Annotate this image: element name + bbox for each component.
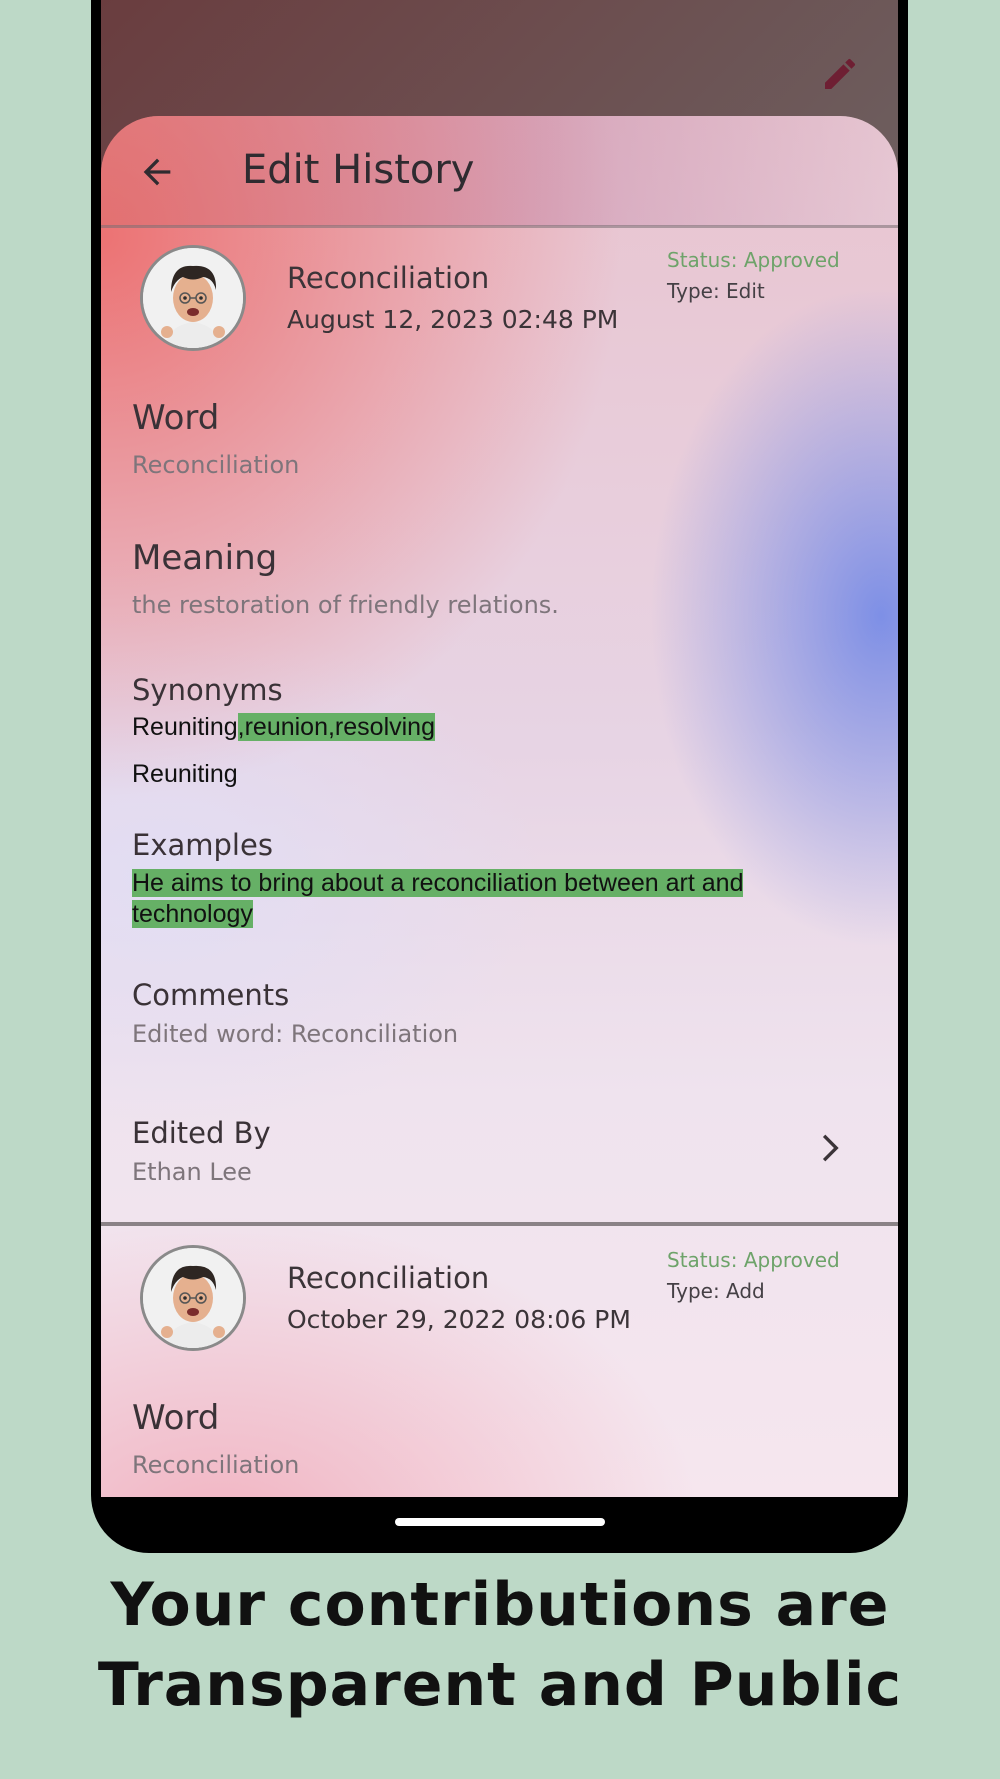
- status-badge: Status: Approved: [667, 248, 840, 272]
- comments-label: Comments: [132, 978, 290, 1012]
- edited-by-row[interactable]: Edited By Ethan Lee: [101, 1108, 898, 1208]
- synonyms-unchanged-text: Reuniting: [132, 713, 238, 741]
- edited-by-label: Edited By: [132, 1116, 271, 1150]
- avatar: [140, 1245, 246, 1351]
- entry-date: August 12, 2023 02:48 PM: [287, 305, 619, 334]
- word-label: Word: [132, 398, 220, 438]
- examples-label: Examples: [132, 828, 273, 862]
- synonyms-old-value: Reuniting: [132, 760, 238, 788]
- edit-history-sheet: Edit History Reconciliation August 12, 2…: [101, 116, 898, 1497]
- status-badge: Status: Approved: [667, 1248, 840, 1272]
- app-screen: Edit History Reconciliation August 12, 2…: [101, 0, 898, 1497]
- meaning-value: the restoration of friendly relations.: [132, 591, 559, 619]
- type-label: Type: Add: [667, 1279, 765, 1303]
- word-label: Word: [132, 1398, 220, 1438]
- avatar: [140, 245, 246, 351]
- entry-word-title: Reconciliation: [287, 1261, 490, 1295]
- synonyms-label: Synonyms: [132, 673, 283, 707]
- comments-value: Edited word: Reconciliation: [132, 1020, 459, 1048]
- edited-by-value: Ethan Lee: [132, 1158, 252, 1186]
- type-label: Type: Edit: [667, 279, 765, 303]
- examples-added-text: He aims to bring about a reconciliation …: [132, 869, 744, 928]
- entry-word-title: Reconciliation: [287, 261, 490, 295]
- examples-value: He aims to bring about a reconciliation …: [132, 868, 832, 930]
- promo-caption: Your contributions are Transparent and P…: [0, 1565, 1000, 1725]
- entry-date: October 29, 2022 08:06 PM: [287, 1305, 631, 1334]
- synonyms-new-value: Reuniting,reunion,resolving: [132, 713, 435, 742]
- home-indicator[interactable]: [395, 1518, 605, 1526]
- word-value: Reconciliation: [132, 451, 300, 479]
- entry-divider: [101, 1222, 898, 1226]
- page-title: Edit History: [242, 147, 475, 193]
- chevron-right-icon[interactable]: [811, 1128, 851, 1168]
- header-divider: [101, 225, 898, 228]
- meaning-label: Meaning: [132, 538, 278, 578]
- caption-line-1: Your contributions are: [110, 1570, 890, 1640]
- sheet-header: Edit History: [101, 116, 898, 226]
- word-value: Reconciliation: [132, 1451, 300, 1479]
- caption-line-2: Transparent and Public: [97, 1650, 903, 1720]
- edit-pencil-icon[interactable]: [820, 54, 860, 94]
- back-arrow-icon[interactable]: [137, 152, 177, 192]
- synonyms-added-text: ,reunion,resolving: [237, 713, 435, 741]
